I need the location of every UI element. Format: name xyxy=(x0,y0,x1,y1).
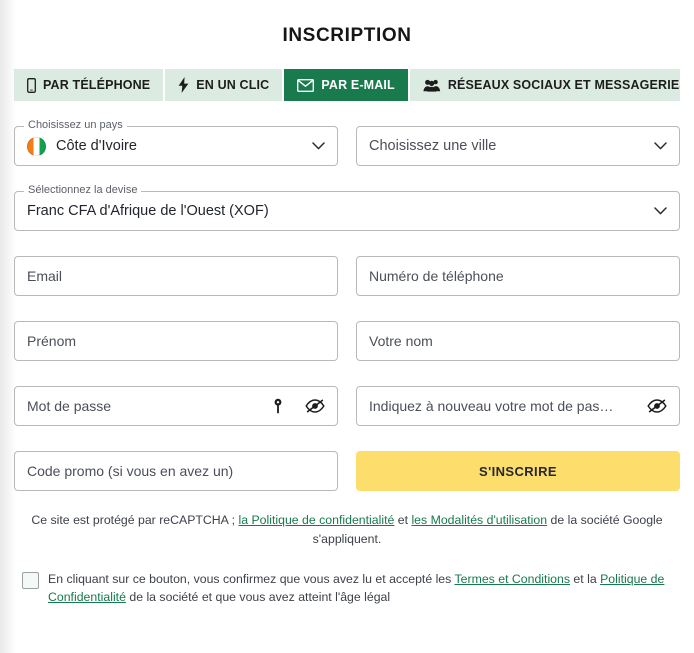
city-select-box[interactable]: Choisissez une ville xyxy=(356,126,680,166)
tab-label: PAR E-MAIL xyxy=(321,78,395,92)
privacy-policy-link[interactable]: la Politique de confidentialité xyxy=(238,513,394,527)
currency-select-legend: Sélectionnez la devise xyxy=(24,184,142,196)
lastname-field-placeholder: Votre nom xyxy=(369,333,433,349)
register-submit-button[interactable]: S'INSCRIRE xyxy=(356,451,680,491)
tab-label: PAR TÉLÉPHONE xyxy=(43,78,151,92)
currency-select[interactable]: Sélectionnez la devise Franc CFA d'Afriq… xyxy=(14,184,680,231)
name-row: Prénom Votre nom xyxy=(14,321,680,361)
toggle-password-repeat-visibility-icon[interactable] xyxy=(647,399,667,413)
password-row: Mot de passe Indiquez à nouveau votre mo… xyxy=(14,386,680,426)
terms-and-conditions-link[interactable]: Termes et Conditions xyxy=(455,572,571,586)
terms-text-part1: En cliquant sur ce bouton, vous confirme… xyxy=(48,572,455,587)
chevron-down-icon xyxy=(654,207,667,215)
registration-method-tabs: PAR TÉLÉPHONE EN UN CLIC PAR E-MAIL RÉSE… xyxy=(14,69,680,101)
firstname-field[interactable]: Prénom xyxy=(14,321,338,361)
chevron-down-icon xyxy=(312,142,325,150)
email-field[interactable]: Email xyxy=(14,256,338,296)
terms-text-part3: de la société et que vous avez atteint l… xyxy=(125,589,391,604)
recaptcha-notice: Ce site est protégé par reCAPTCHA ; la P… xyxy=(22,511,672,549)
phone-icon xyxy=(27,77,36,93)
country-select-box[interactable]: Côte d'Ivoire xyxy=(14,126,338,166)
currency-select-box[interactable]: Franc CFA d'Afrique de l'Ouest (XOF) xyxy=(14,191,680,231)
terms-checkbox[interactable] xyxy=(22,572,39,590)
registration-page: INSCRIPTION PAR TÉLÉPHONE EN UN CLIC PAR… xyxy=(0,0,694,653)
terms-text: En cliquant sur ce bouton, vous confirme… xyxy=(48,571,672,607)
lastname-field[interactable]: Votre nom xyxy=(356,321,680,361)
tab-label: RÉSEAUX SOCIAUX ET MESSAGERIES xyxy=(447,78,680,92)
phone-field[interactable]: Numéro de téléphone xyxy=(356,256,680,296)
promo-code-field-placeholder: Code promo (si vous en avez un) xyxy=(27,463,234,479)
promo-submit-row: Code promo (si vous en avez un) S'INSCRI… xyxy=(14,451,680,491)
country-select[interactable]: Choisissez un pays Côte d'Ivoire xyxy=(14,119,338,166)
currency-row: Sélectionnez la devise Franc CFA d'Afriq… xyxy=(14,184,680,231)
envelope-icon xyxy=(297,78,315,92)
password-field-placeholder: Mot de passe xyxy=(27,398,112,414)
toggle-password-visibility-icon[interactable] xyxy=(305,399,325,413)
email-field-placeholder: Email xyxy=(27,268,63,284)
tab-par-telephone[interactable]: PAR TÉLÉPHONE xyxy=(14,69,166,101)
key-icon[interactable] xyxy=(273,398,283,414)
country-select-value: Côte d'Ivoire xyxy=(56,138,137,154)
users-group-icon xyxy=(423,79,441,92)
currency-select-value: Franc CFA d'Afrique de l'Ouest (XOF) xyxy=(27,203,269,219)
lightning-bolt-icon xyxy=(178,77,189,93)
city-select[interactable]: Choisissez une ville xyxy=(356,126,680,166)
cote-divoire-flag-icon xyxy=(27,136,46,156)
city-select-value: Choisissez une ville xyxy=(369,138,497,154)
recaptcha-text-part2: et xyxy=(394,513,412,527)
page-title: INSCRIPTION xyxy=(282,25,412,46)
promo-code-field[interactable]: Code promo (si vous en avez un) xyxy=(14,451,338,491)
recaptcha-text-part1: Ce site est protégé par reCAPTCHA ; xyxy=(31,513,239,527)
chevron-down-icon xyxy=(654,142,667,150)
country-city-row: Choisissez un pays Côte d'Ivoire Choisis… xyxy=(14,119,680,166)
password-field[interactable]: Mot de passe xyxy=(14,386,338,426)
terms-of-service-link[interactable]: les Modalités d'utilisation xyxy=(411,513,547,527)
terms-agreement: En cliquant sur ce bouton, vous confirme… xyxy=(22,571,672,607)
tab-par-e-mail[interactable]: PAR E-MAIL xyxy=(284,69,410,101)
password-repeat-field[interactable]: Indiquez à nouveau votre mot de pas… xyxy=(356,386,680,426)
country-select-legend: Choisissez un pays xyxy=(24,119,127,131)
firstname-field-placeholder: Prénom xyxy=(27,333,77,349)
email-phone-row: Email Numéro de téléphone xyxy=(14,256,680,296)
password-repeat-field-placeholder: Indiquez à nouveau votre mot de pas… xyxy=(369,398,614,414)
tab-label: EN UN CLIC xyxy=(196,78,270,92)
tab-en-un-clic[interactable]: EN UN CLIC xyxy=(165,69,285,101)
terms-text-part2: et la xyxy=(570,572,601,587)
tab-reseaux-sociaux-et-messageries[interactable]: RÉSEAUX SOCIAUX ET MESSAGERIES xyxy=(409,69,680,101)
phone-field-placeholder: Numéro de téléphone xyxy=(369,268,504,284)
